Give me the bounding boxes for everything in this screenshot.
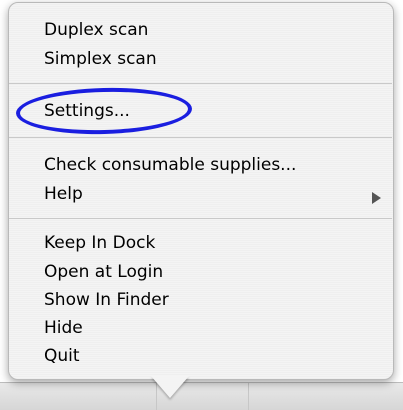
menu-item-simplex-scan[interactable]: Simplex scan xyxy=(44,45,157,73)
menu-item-hide[interactable]: Hide xyxy=(44,314,83,342)
menu-item-quit[interactable]: Quit xyxy=(44,342,80,370)
menu-item-keep-in-dock[interactable]: Keep In Dock xyxy=(44,229,155,257)
menu-item-help[interactable]: Help xyxy=(44,180,83,208)
menu-item-open-at-login[interactable]: Open at Login xyxy=(44,258,163,286)
menu-separator xyxy=(9,83,392,84)
menu-item-show-in-finder[interactable]: Show In Finder xyxy=(44,286,169,314)
dock-strip xyxy=(0,382,403,410)
dock-divider xyxy=(248,383,249,410)
menu-separator xyxy=(9,137,392,138)
menu-item-duplex-scan[interactable]: Duplex scan xyxy=(44,16,148,44)
submenu-arrow-icon xyxy=(372,192,381,204)
menu-pointer-tail xyxy=(151,376,189,398)
menu-separator xyxy=(9,218,392,219)
menu-item-check-consumable-supplies[interactable]: Check consumable supplies... xyxy=(44,151,296,179)
